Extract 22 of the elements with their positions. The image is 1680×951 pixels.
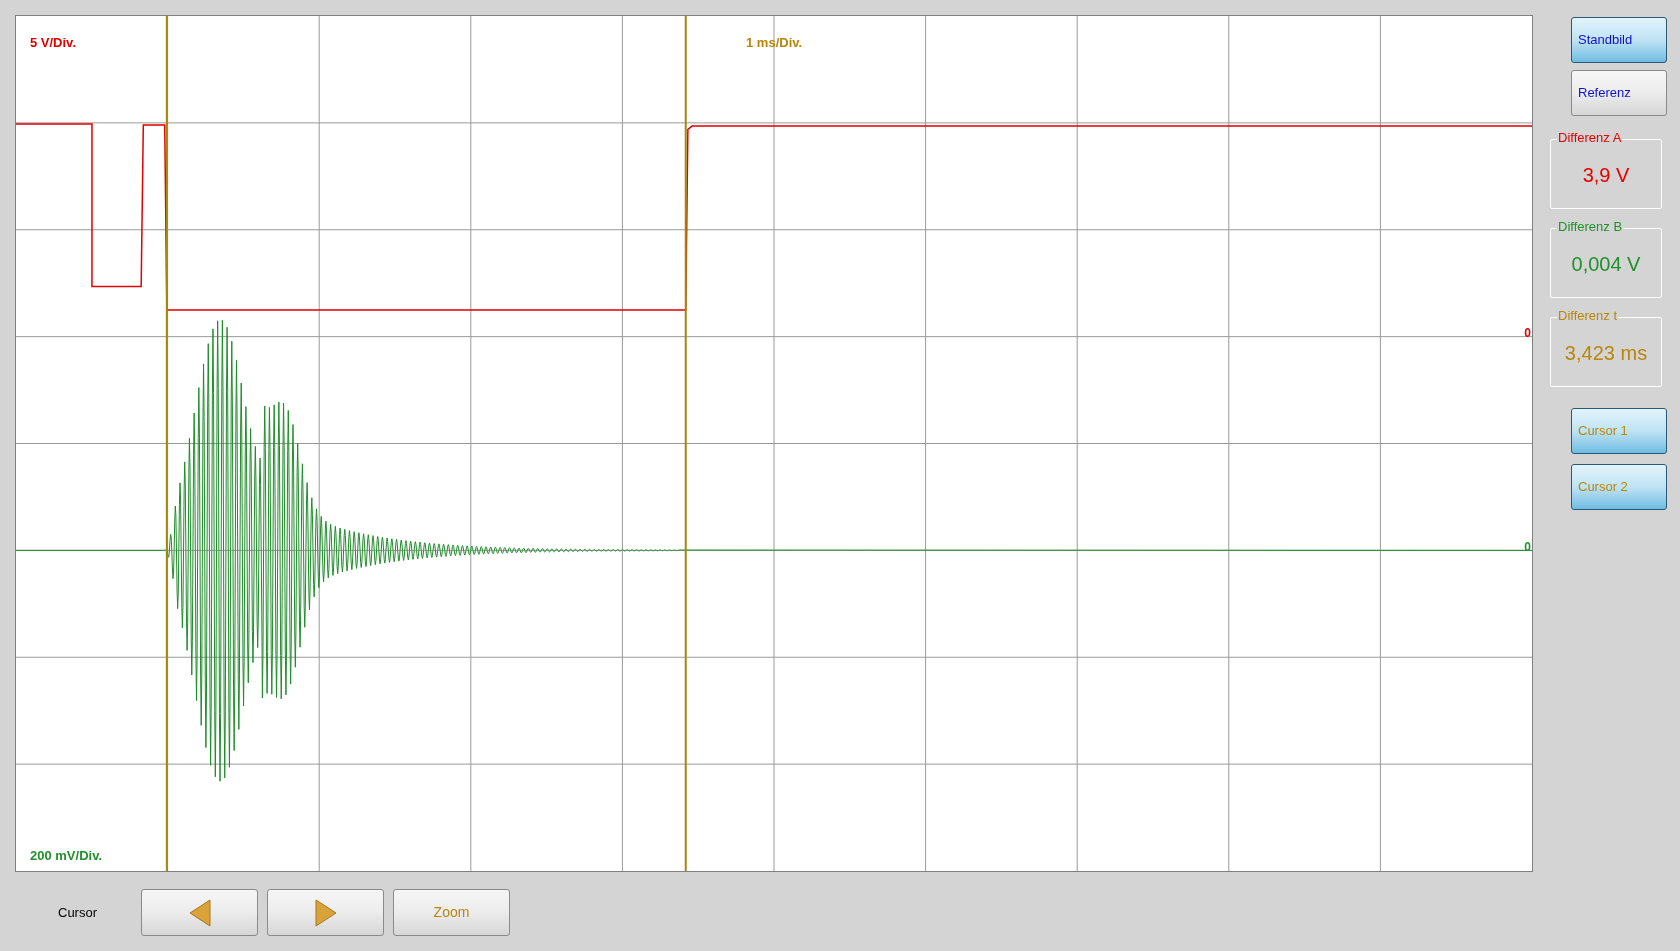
readout-value: 3,423 ms <box>1564 341 1648 366</box>
toggle-button[interactable]: Cursor 2 <box>1571 464 1667 510</box>
previous-button[interactable] <box>141 889 258 936</box>
channel-a-scale-label: 5 V/Div. <box>30 34 76 52</box>
toggle-button[interactable]: Referenz <box>1571 70 1667 116</box>
readout-label: Differenz B <box>1557 220 1624 233</box>
next-button[interactable] <box>267 889 384 936</box>
readout-label: Differenz t <box>1557 309 1618 322</box>
toggle-button[interactable]: Cursor 1 <box>1571 408 1667 454</box>
cursor-label: Cursor <box>58 903 98 922</box>
cursor-line[interactable] <box>165 16 168 871</box>
time-scale-label: 1 ms/Div. <box>746 34 803 52</box>
zoom-button[interactable]: Zoom <box>393 889 510 936</box>
right-triangle-icon <box>313 897 338 928</box>
left-triangle-icon <box>187 897 212 928</box>
zero-marker: 0 <box>1524 327 1531 339</box>
channel-b-scale-label: 200 mV/Div. <box>30 847 103 865</box>
readout-label: Differenz A <box>1557 131 1623 144</box>
readout-value: 0,004 V <box>1571 252 1641 277</box>
cursor-line[interactable] <box>684 16 687 871</box>
toggle-button[interactable]: Standbild <box>1571 17 1667 63</box>
readout-value: 3,9 V <box>1582 163 1630 188</box>
